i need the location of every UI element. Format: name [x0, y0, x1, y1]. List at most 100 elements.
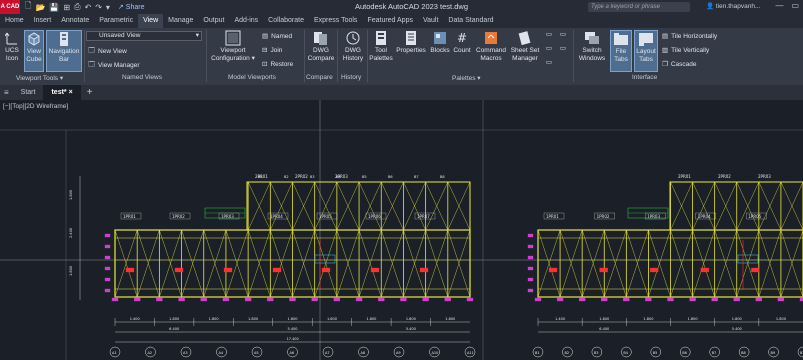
grid-axis-label: B4 — [623, 351, 628, 355]
palette-extra-5[interactable]: ▭ — [557, 45, 569, 53]
dim-label: 5.400 — [406, 327, 416, 331]
switch-windows-button[interactable]: Switch Windows — [576, 30, 608, 62]
tab-add-ins[interactable]: Add-ins — [229, 14, 263, 28]
share-button[interactable]: ↗ Share — [118, 3, 145, 12]
grid-axis-label: A9 — [396, 351, 401, 355]
grid-axis-label: A2 — [148, 351, 153, 355]
count-button[interactable]: # Count — [452, 30, 472, 55]
properties-label: Properties — [396, 47, 426, 54]
view-manager-button[interactable]: 🗔 View Manager — [88, 60, 139, 71]
footing-marker — [601, 297, 608, 302]
tab-vault[interactable]: Vault — [418, 14, 443, 28]
separator — [337, 30, 338, 82]
tab-home[interactable]: Home — [0, 14, 29, 28]
tab-parametric[interactable]: Parametric — [94, 14, 138, 28]
tab-collaborate[interactable]: Collaborate — [263, 14, 309, 28]
chevron-down-icon[interactable]: ▾ — [106, 3, 110, 12]
tab-data-standard[interactable]: Data Standard — [443, 14, 498, 28]
join-button[interactable]: ⊟ Join — [262, 46, 282, 55]
palette-extra-4[interactable]: ▭ — [557, 31, 569, 39]
palettes-panel-label[interactable]: Palettes ▾ — [452, 74, 481, 82]
ucs-icon-button[interactable]: UCS Icon — [2, 30, 22, 62]
new-file-icon[interactable]: 🗋 — [25, 0, 31, 14]
blocks-button[interactable]: Blocks — [429, 30, 451, 55]
tab-featured-apps[interactable]: Featured Apps — [362, 14, 418, 28]
footing-marker — [355, 297, 363, 302]
room-label: 1PR06 — [368, 214, 381, 219]
tab-annotate[interactable]: Annotate — [56, 14, 94, 28]
tab-express-tools[interactable]: Express Tools — [309, 14, 362, 28]
search-input[interactable]: Type a keyword or phrase — [588, 2, 690, 12]
compare-panel-label: Compare — [306, 74, 333, 81]
user-name: tien.thapvanh... — [715, 3, 761, 10]
grid-axis-label: A7 — [325, 351, 330, 355]
open-icon[interactable]: 📂 — [35, 3, 45, 12]
new-view-label: New View — [98, 48, 127, 55]
grid-axis-label: B1 — [535, 351, 540, 355]
tool-palettes-icon — [376, 31, 386, 45]
navigation-bar-button[interactable]: Navigation Bar — [46, 30, 82, 72]
menu-icon[interactable]: ≡ — [0, 88, 13, 97]
properties-button[interactable]: Properties — [395, 30, 427, 55]
minimize-icon[interactable]: — — [775, 1, 783, 10]
viewport-tools-panel-label[interactable]: Viewport Tools ▾ — [16, 74, 63, 82]
grid-axis-label: A6 — [290, 351, 295, 355]
drawing-canvas[interactable]: [−][Top][2D Wireframe] 1PR01 1PR02 1PR03 1P… — [0, 100, 803, 360]
footing-marker — [422, 297, 429, 302]
tile-horizontally-label: Tile Horizontally — [671, 32, 718, 40]
separator — [304, 30, 305, 82]
tab-view[interactable]: View — [138, 14, 164, 28]
plot-icon[interactable]: ⎙ — [74, 2, 80, 12]
redo-icon[interactable]: ↷ — [95, 3, 102, 12]
cascade-button[interactable]: ❐ Cascade — [662, 60, 696, 69]
maximize-icon[interactable]: ▭ — [791, 1, 799, 10]
user-icon: 👤 — [706, 3, 716, 10]
file-tab-start[interactable]: Start — [13, 85, 44, 100]
user-account[interactable]: 👤 tien.thapvanh... — [706, 2, 760, 10]
named-view-dropdown[interactable]: Unsaved View ▾ — [86, 31, 202, 41]
viewport-configuration-button[interactable]: Viewport Configuration ▾ — [210, 30, 256, 62]
tool-palettes-button[interactable]: Tool Palettes — [369, 30, 393, 62]
save-icon[interactable]: 💾 — [49, 3, 59, 12]
footing-marker — [579, 297, 586, 302]
save-as-icon[interactable]: ⊞ — [63, 3, 70, 12]
grid-axis-label: B2 — [564, 351, 569, 355]
footing-marker — [267, 297, 274, 302]
command-macros-label: Command Macros — [476, 47, 506, 62]
tile-vertically-button[interactable]: ▥ Tile Vertically — [662, 46, 709, 55]
sheet-set-manager-button[interactable]: Sheet Set Manager — [509, 30, 541, 62]
undo-icon[interactable]: ↶ — [84, 3, 91, 12]
room-marker — [370, 267, 380, 273]
named-viewports-button[interactable]: ▤ Named — [262, 32, 292, 41]
viewport-configuration-icon — [225, 30, 241, 46]
file-tabs-bar: ≡ Start test* × + — [0, 85, 803, 100]
restore-button[interactable]: ⊡ Restore — [262, 60, 293, 69]
file-tabs-button[interactable]: File Tabs — [610, 30, 632, 72]
tab-manage[interactable]: Manage — [163, 14, 198, 28]
close-icon[interactable]: × — [69, 89, 73, 96]
file-tab-test[interactable]: test* × — [43, 85, 81, 100]
footing-marker — [134, 297, 141, 302]
detail-box — [314, 254, 336, 264]
share-label: Share — [125, 3, 145, 11]
room-marker — [125, 267, 135, 273]
tile-horizontally-button[interactable]: ▤ Tile Horizontally — [662, 32, 718, 41]
new-tab-button[interactable]: + — [81, 87, 99, 98]
palette-extra-3[interactable]: ▭ — [543, 59, 555, 67]
tab-output[interactable]: Output — [198, 14, 229, 28]
new-view-button[interactable]: 🗔 New View — [88, 46, 127, 57]
view-cube-button[interactable]: View Cube — [24, 30, 44, 72]
tab-insert[interactable]: Insert — [29, 14, 57, 28]
command-macros-button[interactable]: Command Macros — [474, 30, 508, 62]
layout-tabs-button[interactable]: Layout Tabs — [634, 30, 658, 72]
palette-extra-2[interactable]: ▭ — [543, 45, 555, 53]
palette-extra-1[interactable]: ▭ — [543, 31, 555, 39]
file-tabs-label: File Tabs — [614, 48, 628, 63]
footing-marker — [623, 297, 630, 302]
dim-label: 6.400 — [169, 327, 179, 331]
dwg-history-button[interactable]: DWG History — [340, 30, 366, 62]
footing-marker — [777, 297, 785, 302]
autocad-logo[interactable]: A CAD — [0, 0, 20, 14]
dwg-history-icon — [346, 31, 360, 45]
dwg-compare-button[interactable]: DWG Compare — [307, 30, 335, 62]
